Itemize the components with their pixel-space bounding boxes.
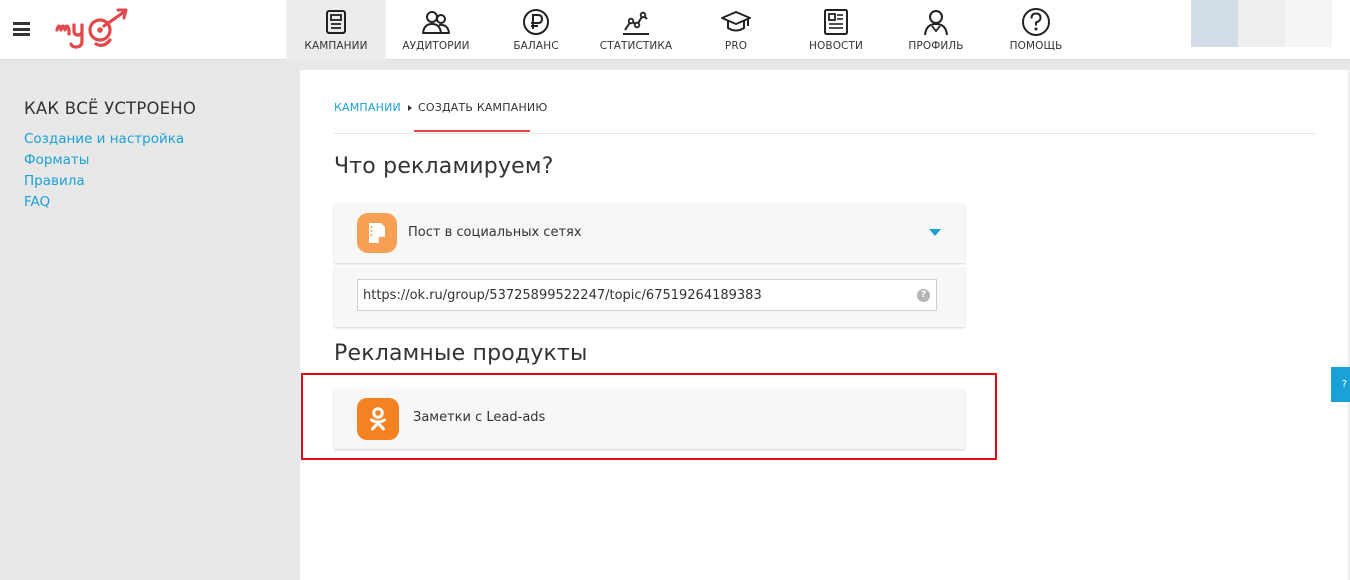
social-post-icon <box>357 213 397 253</box>
main-nav: КАМПАНИИ АУДИТОРИИ БАЛАНС СТАТИСТИКА PRO… <box>286 0 1086 60</box>
nav-label-campaigns: КАМПАНИИ <box>304 40 368 52</box>
sidebar-links: Создание и настройка Форматы Правила FAQ <box>24 129 184 213</box>
profile-icon <box>924 10 948 36</box>
nav-label-profile: ПРОФИЛЬ <box>908 40 964 52</box>
side-help-tab[interactable]: ? <box>1331 367 1350 402</box>
sidebar: КАК ВСЁ УСТРОЕНО Создание и настройка Фо… <box>0 61 300 580</box>
swatch-3 <box>1285 0 1332 47</box>
nav-balance[interactable]: БАЛАНС <box>486 0 586 60</box>
nav-label-audiences: АУДИТОРИИ <box>402 40 470 52</box>
nav-campaigns[interactable]: КАМПАНИИ <box>286 0 386 60</box>
url-card: ? <box>334 267 965 327</box>
nav-label-balance: БАЛАНС <box>513 40 559 52</box>
breadcrumb-current: СОЗДАТЬ КАМПАНИЮ <box>417 101 548 114</box>
product-label: Заметки с Lead-ads <box>413 410 546 425</box>
breadcrumb: КАМПАНИИ СОЗДАТЬ КАМПАНИЮ <box>334 101 547 114</box>
header-right-area <box>1191 0 1332 47</box>
breadcrumb-divider <box>334 133 1315 134</box>
breadcrumb-active-underline <box>414 130 530 132</box>
nav-label-news: НОВОСТИ <box>809 40 863 52</box>
products-title: Рекламные продукты <box>334 341 588 366</box>
odnoklassniki-icon <box>357 398 399 440</box>
graduation-cap-icon <box>721 11 751 32</box>
sidebar-link-creation[interactable]: Создание и настройка <box>24 129 184 150</box>
nav-statistics[interactable]: СТАТИСТИКА <box>586 0 686 60</box>
object-type-select[interactable]: Пост в социальных сетях <box>334 203 965 263</box>
what-title: Что рекламируем? <box>334 154 554 179</box>
help-icon <box>1022 8 1050 36</box>
url-help-icon[interactable]: ? <box>917 289 930 302</box>
breadcrumb-campaigns[interactable]: КАМПАНИИ <box>334 101 401 114</box>
nav-pro[interactable]: PRO <box>686 0 786 60</box>
sidebar-link-formats[interactable]: Форматы <box>24 150 184 171</box>
menu-icon[interactable] <box>13 22 30 36</box>
audiences-icon <box>422 11 450 34</box>
breadcrumb-arrow-icon <box>407 104 412 111</box>
nav-help[interactable]: ПОМОЩЬ <box>986 0 1086 60</box>
sidebar-link-rules[interactable]: Правила <box>24 171 184 192</box>
nav-news[interactable]: НОВОСТИ <box>786 0 886 60</box>
dropdown-arrow-icon[interactable] <box>929 229 941 236</box>
news-icon <box>824 9 848 35</box>
object-type-label: Пост в социальных сетях <box>408 225 582 240</box>
sidebar-link-faq[interactable]: FAQ <box>24 192 184 213</box>
swatch-2 <box>1238 0 1285 47</box>
top-header: КАМПАНИИ АУДИТОРИИ БАЛАНС СТАТИСТИКА PRO… <box>0 0 1350 60</box>
ruble-icon <box>523 9 549 35</box>
url-input[interactable] <box>357 279 937 311</box>
swatch-1 <box>1191 0 1238 47</box>
nav-profile[interactable]: ПРОФИЛЬ <box>886 0 986 60</box>
campaigns-icon <box>326 10 346 34</box>
nav-audiences[interactable]: АУДИТОРИИ <box>386 0 486 60</box>
nav-label-statistics: СТАТИСТИКА <box>599 40 673 52</box>
sidebar-title: КАК ВСЁ УСТРОЕНО <box>24 99 197 118</box>
nav-label-help: ПОМОЩЬ <box>1009 40 1063 52</box>
logo[interactable] <box>52 6 138 58</box>
nav-label-pro: PRO <box>724 40 748 52</box>
statistics-icon <box>623 11 649 35</box>
product-lead-ads[interactable]: Заметки с Lead-ads <box>334 389 965 449</box>
main-panel: КАМПАНИИ СОЗДАТЬ КАМПАНИЮ Что рекламируе… <box>300 70 1350 580</box>
